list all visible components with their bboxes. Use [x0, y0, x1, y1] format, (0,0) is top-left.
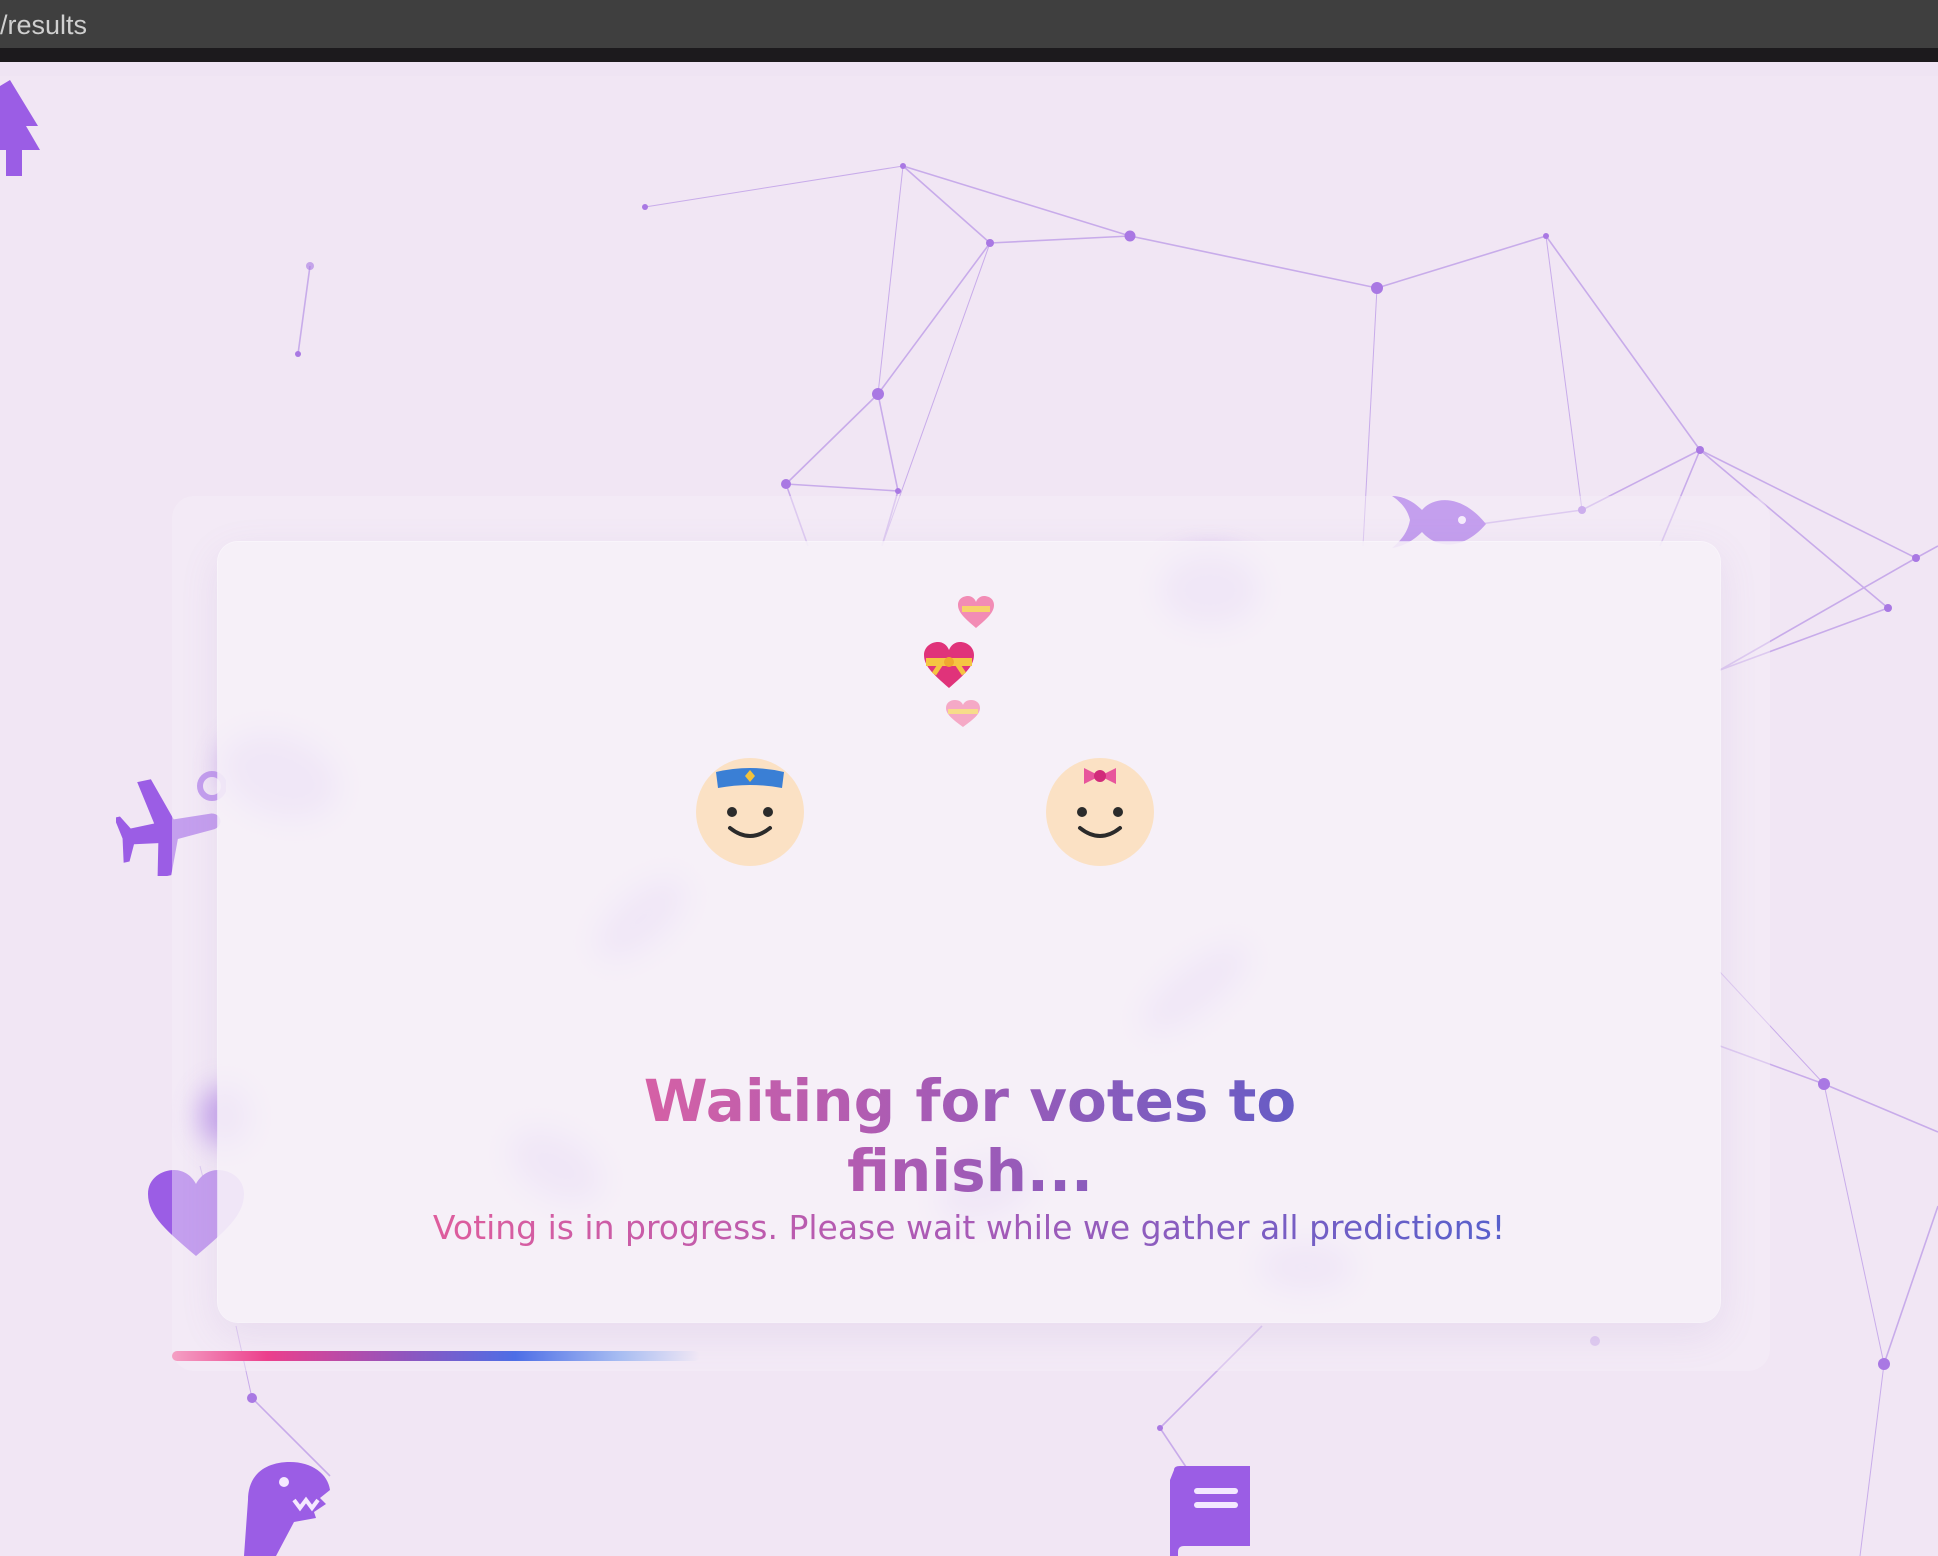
- sparkling-heart-emoji: [958, 596, 994, 628]
- voting-progress-fill: [172, 1351, 700, 1361]
- browser-address-bar[interactable]: /results: [0, 0, 1938, 62]
- results-page: Waiting for votes to finish... Voting is…: [0, 76, 1938, 1556]
- heart-with-ribbon-emoji: [924, 642, 974, 688]
- voting-progress-bar: [172, 1351, 700, 1361]
- girl-face-icon: [1046, 758, 1154, 866]
- url-text[interactable]: /results: [0, 10, 87, 41]
- book-icon: [1170, 1466, 1250, 1556]
- waiting-subtitle: Voting is in progress. Please wait while…: [0, 1206, 1938, 1250]
- waiting-heading: Waiting for votes to finish...: [580, 1066, 1360, 1206]
- waiting-subtitle-text: Voting is in progress. Please wait while…: [432, 1208, 1506, 1247]
- dinosaur-icon: [244, 1462, 330, 1556]
- boy-face-icon: [696, 758, 804, 866]
- heading-container: Waiting for votes to finish...: [580, 1066, 1360, 1206]
- tree-icon: [0, 80, 40, 176]
- sparkling-heart-emoji: [946, 700, 980, 727]
